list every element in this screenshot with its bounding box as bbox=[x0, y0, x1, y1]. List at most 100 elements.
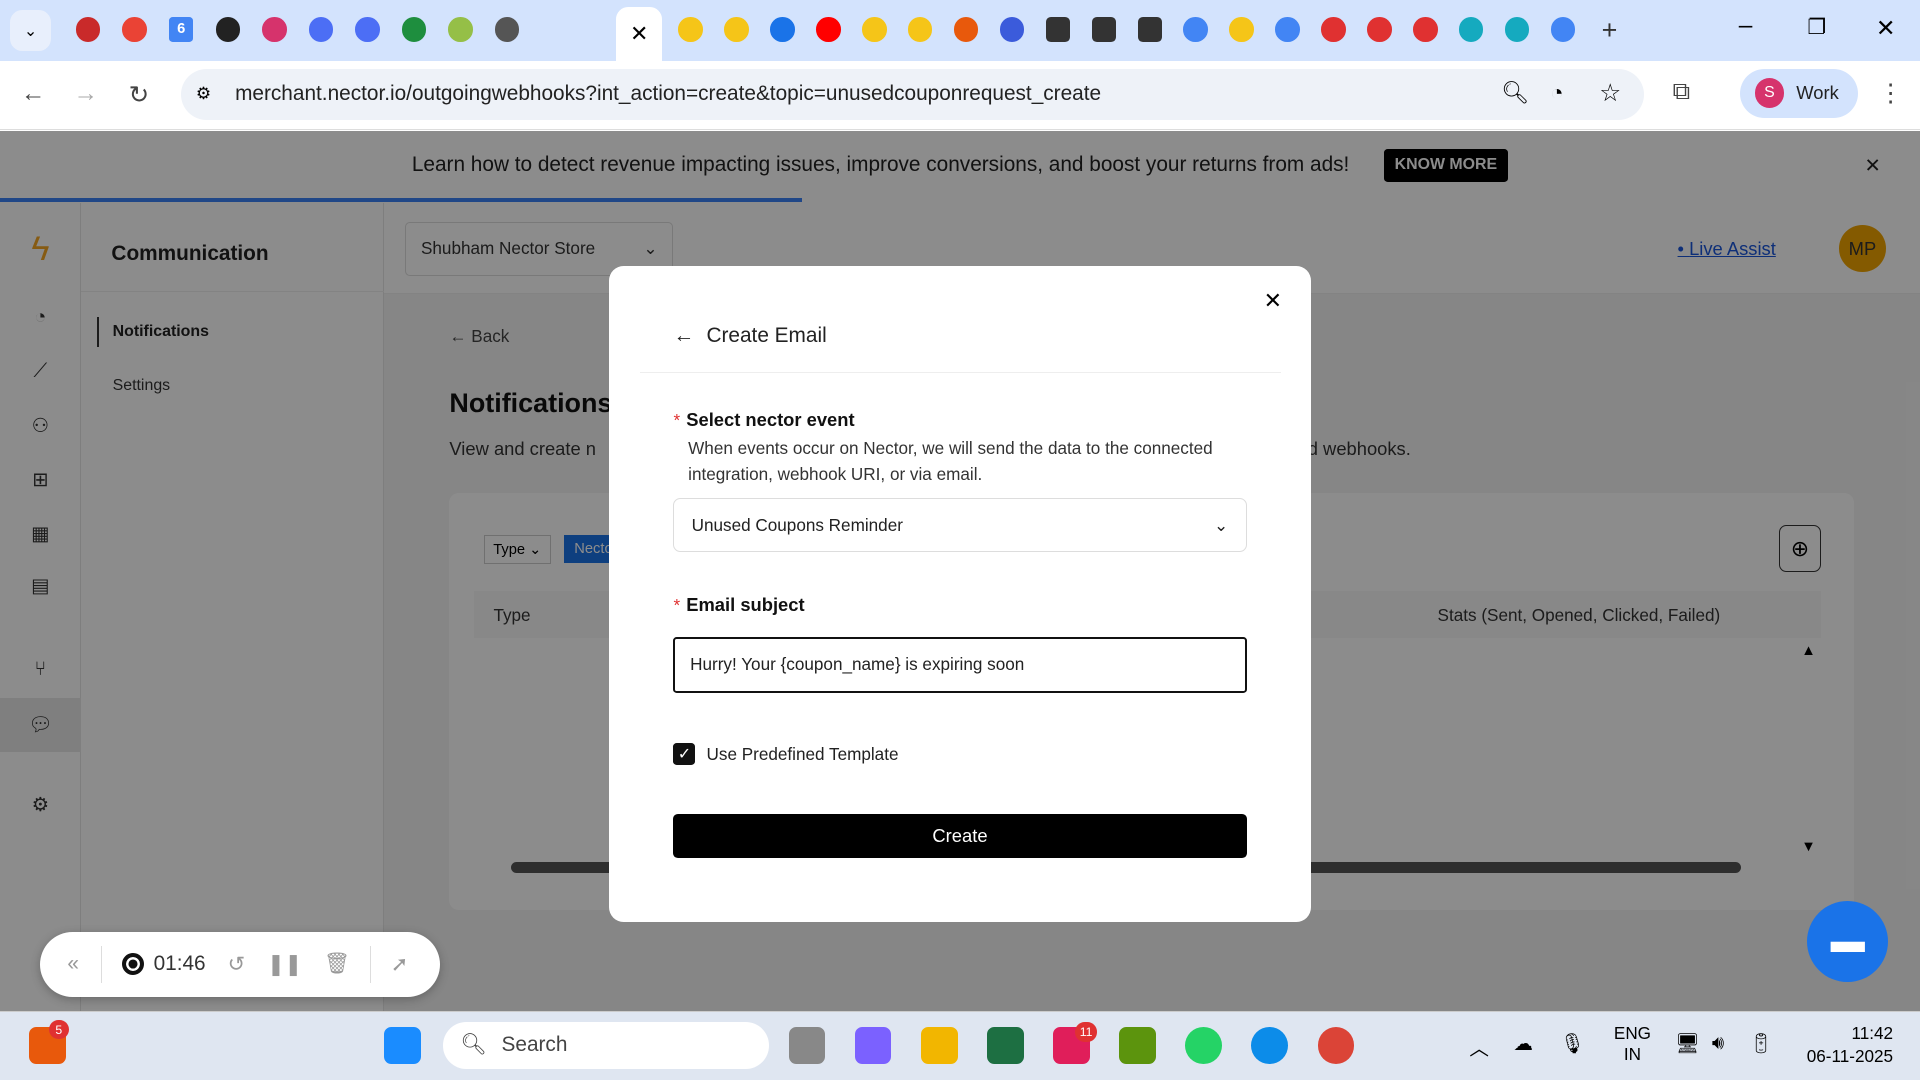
box-icon[interactable] bbox=[1091, 17, 1117, 42]
sheets-icon[interactable] bbox=[401, 17, 427, 42]
docs-icon[interactable] bbox=[308, 17, 334, 42]
predefined-template-label[interactable]: Use Predefined Template bbox=[707, 744, 899, 765]
profile-button[interactable]: S Work bbox=[1740, 68, 1858, 118]
active-tab[interactable]: ✕ bbox=[615, 7, 663, 62]
performance-icon[interactable]: ◔ bbox=[1550, 80, 1563, 106]
docs-icon[interactable] bbox=[355, 17, 380, 42]
slack-badge: 11 bbox=[1075, 1022, 1098, 1042]
reload-icon[interactable]: ↻ bbox=[129, 80, 150, 110]
excel-icon[interactable] bbox=[986, 1027, 1024, 1064]
loop-icon[interactable] bbox=[999, 17, 1025, 42]
calendar-icon[interactable]: 6 bbox=[168, 17, 194, 42]
pause-icon[interactable]: ❚❚ bbox=[267, 952, 302, 977]
close-tab-icon[interactable]: ✕ bbox=[630, 21, 648, 47]
shopify-icon[interactable] bbox=[448, 17, 473, 42]
profile-avatar: S bbox=[1754, 78, 1785, 108]
pointer-icon[interactable]: ➚ bbox=[391, 952, 408, 977]
google-icon[interactable] bbox=[1183, 17, 1208, 42]
box-icon[interactable] bbox=[1045, 17, 1071, 42]
screen-recorder-widget: « 01:46 ↺ ❚❚ 🗑︎ ➚ bbox=[40, 931, 440, 997]
stop-record-icon[interactable] bbox=[121, 953, 144, 976]
tab-search-button[interactable]: ⌄ bbox=[9, 9, 52, 52]
onedrive-icon[interactable]: ☁ bbox=[1513, 1032, 1533, 1056]
bookmark-star-icon[interactable]: ☆ bbox=[1599, 78, 1621, 108]
event-help-text: When events occur on Nector, we will sen… bbox=[688, 437, 1213, 484]
airbnb-icon[interactable] bbox=[1367, 17, 1392, 42]
taskbar: 5 🔍︎ Search 11 ︿ ☁ 🎙︎ ENG IN 🖥︎ 🔊︎ 🔋︎ 11:4… bbox=[0, 1011, 1920, 1080]
nector-icon[interactable] bbox=[862, 17, 887, 42]
modal-title: Create Email bbox=[706, 324, 827, 348]
battery-icon[interactable]: 🔋︎ bbox=[1749, 1032, 1774, 1056]
nector-icon[interactable] bbox=[678, 17, 703, 42]
menu-icon[interactable]: ⋮ bbox=[1878, 78, 1902, 108]
youtube-icon[interactable] bbox=[816, 17, 841, 42]
nector-icon[interactable] bbox=[1229, 17, 1254, 42]
taskbar-search[interactable]: 🔍︎ Search bbox=[443, 1022, 769, 1069]
back-arrow-icon[interactable]: ← bbox=[673, 324, 694, 347]
chat-bubble-icon: ▬ bbox=[1830, 922, 1865, 961]
volume-icon[interactable]: 🔊︎ bbox=[1712, 1032, 1724, 1055]
create-button[interactable]: Create bbox=[673, 814, 1247, 859]
extensions-icon[interactable]: ⧉ bbox=[1673, 78, 1690, 106]
openai-icon[interactable] bbox=[215, 17, 240, 42]
chat-support-button[interactable]: ▬ bbox=[1807, 901, 1889, 983]
close-modal-icon[interactable]: ✕ bbox=[1264, 288, 1282, 314]
screen: ⌄ 6 ✕ + – ❐ ✕ ← → ↻ ⚙ merchant.nector.io… bbox=[0, 0, 1920, 1080]
notepad-icon[interactable] bbox=[1119, 1027, 1156, 1064]
airbnb-icon[interactable] bbox=[1321, 17, 1346, 42]
search-placeholder: Search bbox=[501, 1033, 568, 1057]
restart-icon[interactable]: ↺ bbox=[228, 952, 245, 977]
chat-icon[interactable] bbox=[770, 17, 795, 42]
event-select[interactable]: Unused Coupons Reminder ⌄ bbox=[673, 498, 1247, 553]
clock[interactable]: 11:42 06-11-2025 bbox=[1793, 1022, 1893, 1069]
email-subject-input[interactable]: Hurry! Your {coupon_name} is expiring so… bbox=[673, 636, 1247, 694]
tray-chevron-icon[interactable]: ︿ bbox=[1469, 1032, 1489, 1061]
task-view-icon[interactable] bbox=[788, 1027, 826, 1064]
mic-icon[interactable]: 🎙︎ bbox=[1560, 1032, 1585, 1056]
address-bar[interactable]: ⚙ merchant.nector.io/outgoingwebhooks?in… bbox=[181, 68, 1645, 120]
tab-bar: ⌄ 6 ✕ + – ❐ ✕ bbox=[0, 0, 1920, 62]
chrome-icon[interactable] bbox=[1317, 1027, 1355, 1064]
url-text[interactable]: merchant.nector.io/outgoingwebhooks?int_… bbox=[235, 82, 1101, 106]
language-indicator[interactable]: ENG IN bbox=[1614, 1023, 1651, 1065]
copilot-icon[interactable] bbox=[854, 1027, 892, 1064]
new-tab-button[interactable]: + bbox=[1602, 15, 1618, 46]
delete-icon[interactable]: 🗑︎ bbox=[324, 952, 350, 976]
edge-icon[interactable] bbox=[1251, 1027, 1289, 1064]
close-window-button[interactable]: ✕ bbox=[1876, 15, 1895, 42]
modal-header: ← Create Email bbox=[673, 324, 826, 348]
globe-icon[interactable] bbox=[494, 17, 520, 42]
collapse-icon[interactable]: « bbox=[67, 952, 79, 976]
puzzle-icon[interactable] bbox=[953, 17, 979, 42]
chevron-down-icon: ⌄ bbox=[1214, 514, 1229, 535]
airbnb-icon[interactable] bbox=[1413, 17, 1438, 42]
grammarly-icon[interactable] bbox=[1504, 17, 1530, 42]
zoom-icon[interactable]: 🔍︎ bbox=[1501, 80, 1529, 106]
minimize-button[interactable]: – bbox=[1739, 12, 1753, 40]
event-label: Select nector event bbox=[686, 408, 855, 430]
monday-icon[interactable] bbox=[262, 17, 287, 42]
event-select-value: Unused Coupons Reminder bbox=[691, 514, 903, 535]
back-icon[interactable]: ← bbox=[21, 80, 45, 108]
search-icon: 🔍︎ bbox=[460, 1033, 487, 1057]
predefined-template-checkbox[interactable]: ✓ bbox=[673, 743, 696, 766]
record-icon[interactable] bbox=[75, 17, 101, 42]
box-icon[interactable] bbox=[1137, 17, 1163, 42]
grammarly-icon[interactable] bbox=[1458, 17, 1484, 42]
google-icon[interactable] bbox=[1275, 17, 1300, 42]
recording-time: 01:46 bbox=[153, 952, 206, 976]
network-icon[interactable]: 🖥︎ bbox=[1675, 1032, 1700, 1056]
profile-label: Work bbox=[1796, 82, 1839, 104]
restore-button[interactable]: ❐ bbox=[1807, 15, 1826, 40]
windows-start-icon[interactable] bbox=[384, 1027, 422, 1064]
nector-icon[interactable] bbox=[724, 17, 749, 42]
browser-toolbar: ← → ↻ ⚙ merchant.nector.io/outgoingwebho… bbox=[0, 61, 1920, 130]
forward-icon[interactable]: → bbox=[73, 80, 97, 108]
gmail-icon[interactable] bbox=[122, 17, 147, 42]
site-info-icon[interactable]: ⚙ bbox=[196, 83, 211, 104]
nector-icon[interactable] bbox=[907, 17, 933, 42]
whatsapp-icon[interactable] bbox=[1185, 1027, 1223, 1064]
google-icon[interactable] bbox=[1550, 17, 1576, 42]
notification-badge: 5 bbox=[48, 1019, 69, 1040]
file-explorer-icon[interactable] bbox=[920, 1027, 958, 1064]
